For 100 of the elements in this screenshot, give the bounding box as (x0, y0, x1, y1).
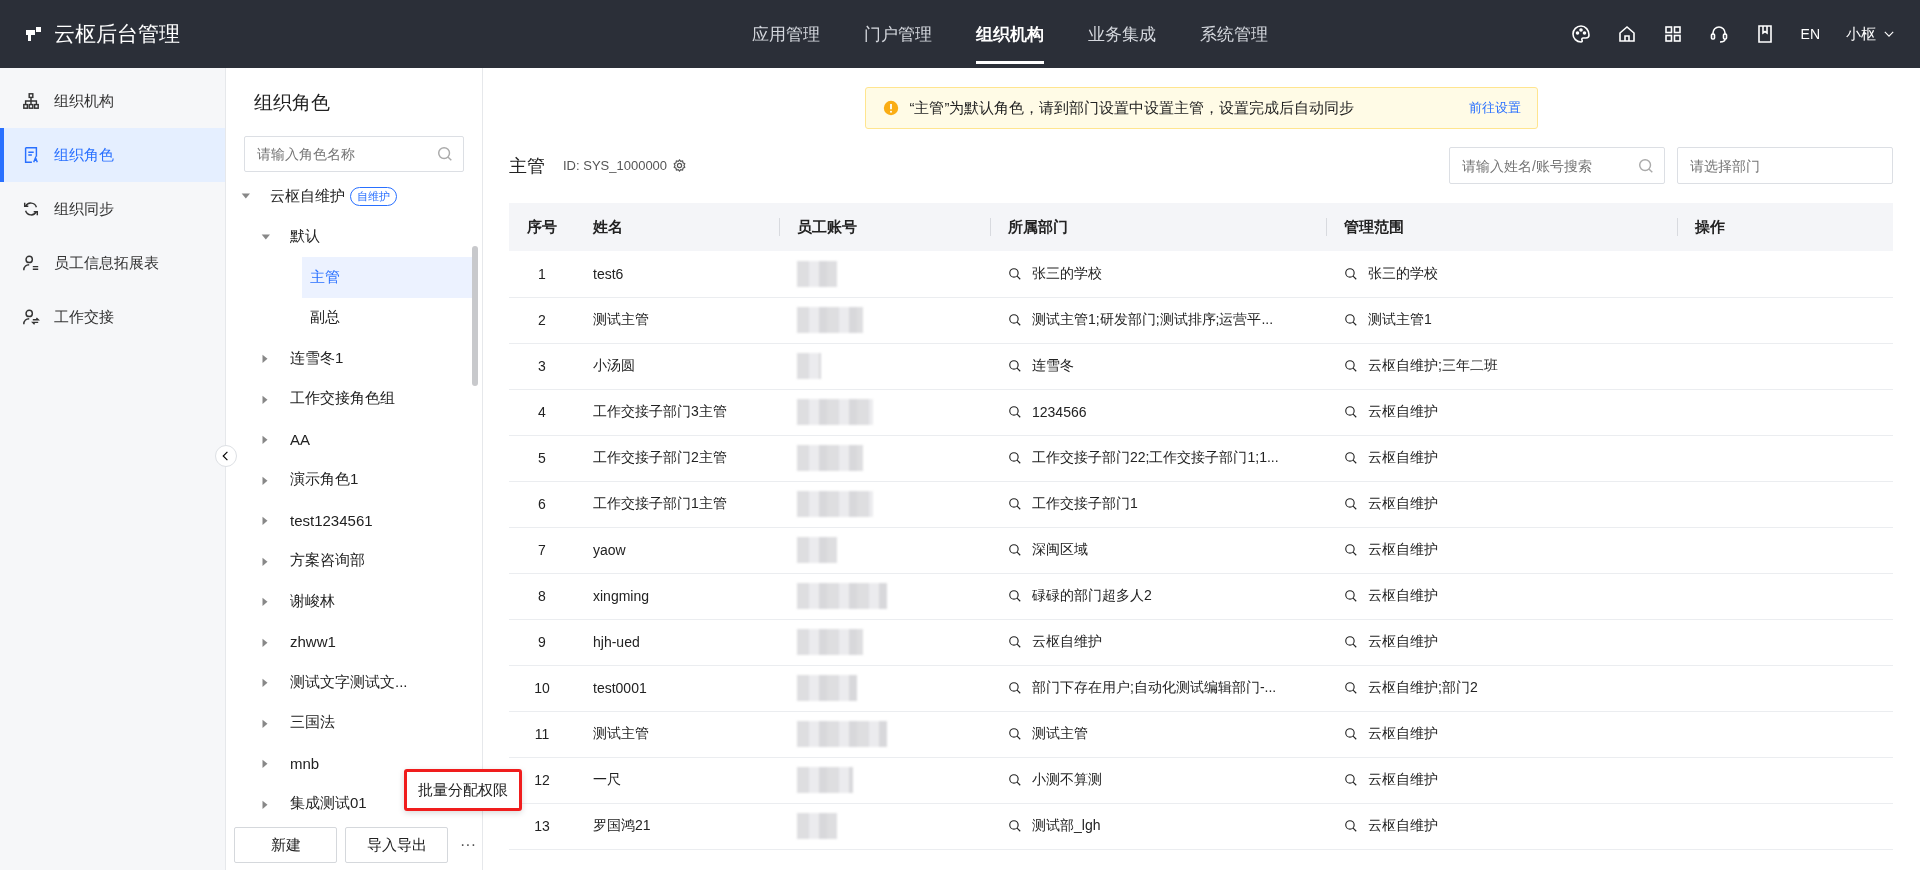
panel-button[interactable]: 新建 (234, 827, 337, 863)
table-cell: 5 (509, 435, 575, 481)
nav-tab[interactable]: 门户管理 (842, 0, 954, 68)
search-icon[interactable] (1344, 543, 1358, 557)
language-link[interactable]: EN (1800, 26, 1820, 42)
app-title: 云枢后台管理 (54, 21, 180, 47)
settings-link[interactable]: 前往设置 (1468, 99, 1521, 117)
caret-icon[interactable] (260, 353, 270, 364)
caret-icon[interactable] (260, 596, 270, 607)
department-select[interactable]: 请选择部门 (1677, 147, 1893, 184)
table-cell: 6 (509, 481, 575, 527)
table-cell: 8 (509, 573, 575, 619)
search-icon[interactable] (1344, 589, 1358, 603)
role-search-field[interactable]: 请输入角色名称 (244, 136, 464, 172)
sidebar-item[interactable]: 组织同步 (0, 182, 225, 236)
nav-tab[interactable]: 系统管理 (1178, 0, 1290, 68)
tree-item[interactable]: 默认 (282, 216, 472, 257)
search-icon[interactable] (1344, 819, 1358, 833)
redacted-block (797, 307, 863, 333)
tree-item[interactable]: 方案咨询部 (282, 540, 472, 581)
search-icon[interactable] (1344, 773, 1358, 787)
tree-item[interactable]: 谢峻林 (282, 581, 472, 622)
gear-icon[interactable] (672, 158, 688, 173)
caret-icon[interactable] (260, 555, 270, 566)
tree-item[interactable]: 主管 (302, 257, 472, 298)
table-cell: yaow (575, 527, 779, 573)
search-icon[interactable] (1008, 681, 1022, 695)
more-button[interactable]: ··· (456, 836, 480, 854)
tree-item[interactable]: AA (282, 419, 472, 460)
table-cell: 张三的学校 (1368, 264, 1438, 283)
table-cell: 工作交接子部门22;工作交接子部门1;1... (1032, 449, 1279, 467)
tree-item[interactable]: 云枢自维护 自维护 (262, 176, 472, 217)
search-icon[interactable] (1008, 405, 1022, 419)
search-icon[interactable] (1344, 635, 1358, 649)
table-cell: 9 (509, 619, 575, 665)
sidebar-item[interactable]: 组织角色 (0, 128, 225, 182)
warning-icon (881, 99, 900, 117)
search-icon[interactable] (1008, 589, 1022, 603)
tree-item[interactable]: 连雪冬1 (282, 338, 472, 379)
caret-icon[interactable] (260, 636, 270, 647)
nav-tab[interactable]: 业务集成 (1066, 0, 1178, 68)
table-cell: 碌碌的部门超多人2 (1032, 587, 1152, 605)
scrollbar[interactable] (472, 246, 478, 386)
table-cell: 工作交接子部门3主管 (575, 389, 779, 435)
caret-icon[interactable] (260, 515, 270, 526)
tree-item[interactable]: 副总 (302, 297, 472, 338)
search-icon[interactable] (1008, 451, 1022, 465)
tree-item[interactable]: 三国法 (282, 702, 472, 743)
column-header: 管理范围 (1326, 203, 1677, 251)
sidebar-item[interactable]: 工作交接 (0, 290, 225, 344)
caret-icon[interactable] (260, 798, 270, 809)
headset-icon[interactable] (1708, 24, 1729, 44)
search-icon[interactable] (1344, 359, 1358, 373)
redacted-block (797, 675, 857, 701)
search-icon[interactable] (1008, 543, 1022, 557)
search-icon[interactable] (1008, 266, 1022, 281)
collapse-button[interactable] (215, 445, 237, 467)
search-icon[interactable] (1344, 266, 1358, 281)
search-icon[interactable] (1008, 359, 1022, 373)
search-icon[interactable] (1344, 681, 1358, 695)
tree-item[interactable]: test1234561 (282, 500, 472, 541)
org-chart-icon (22, 92, 40, 110)
column-header: 所属部门 (990, 203, 1326, 251)
tree-item[interactable]: 演示角色1 (282, 459, 472, 500)
search-icon[interactable] (1008, 773, 1022, 787)
caret-icon[interactable] (260, 758, 270, 769)
redacted-block (797, 353, 821, 379)
table-cell: 工作交接子部门2主管 (575, 435, 779, 481)
search-icon[interactable] (1008, 313, 1022, 327)
table-cell: 测试主管 (575, 297, 779, 343)
sidebar-item[interactable]: 组织机构 (0, 74, 225, 128)
document-icon (22, 146, 40, 164)
caret-icon[interactable] (260, 474, 270, 485)
panel-button[interactable]: 导入导出 (345, 827, 448, 863)
grid-icon[interactable] (1662, 24, 1683, 44)
caret-icon[interactable] (260, 677, 270, 688)
search-field[interactable]: 请输入姓名/账号搜索 (1449, 147, 1665, 184)
caret-icon[interactable] (260, 393, 270, 404)
sidebar-item[interactable]: 员工信息拓展表 (0, 236, 225, 290)
nav-tab[interactable]: 应用管理 (730, 0, 842, 68)
palette-icon[interactable] (1570, 24, 1591, 44)
search-icon[interactable] (1344, 497, 1358, 511)
tree-item[interactable]: 测试文字测试文... (282, 662, 472, 703)
redacted-block (797, 445, 863, 471)
home-icon[interactable] (1616, 24, 1637, 44)
search-icon[interactable] (1344, 727, 1358, 741)
search-icon[interactable] (1344, 405, 1358, 419)
search-icon[interactable] (1344, 313, 1358, 327)
search-icon[interactable] (1008, 635, 1022, 649)
search-icon[interactable] (1344, 451, 1358, 465)
user-menu[interactable]: 小枢 (1846, 24, 1896, 44)
search-icon[interactable] (1008, 497, 1022, 511)
caret-icon[interactable] (260, 717, 270, 728)
table-cell: 10 (509, 665, 575, 711)
tree-item[interactable]: zhww1 (282, 621, 472, 662)
caret-icon[interactable] (260, 434, 270, 445)
tree-item[interactable]: 工作交接角色组 (282, 378, 472, 419)
search-icon[interactable] (1008, 819, 1022, 833)
search-icon[interactable] (1008, 727, 1022, 741)
nav-tab[interactable]: 组织机构 (954, 0, 1066, 68)
